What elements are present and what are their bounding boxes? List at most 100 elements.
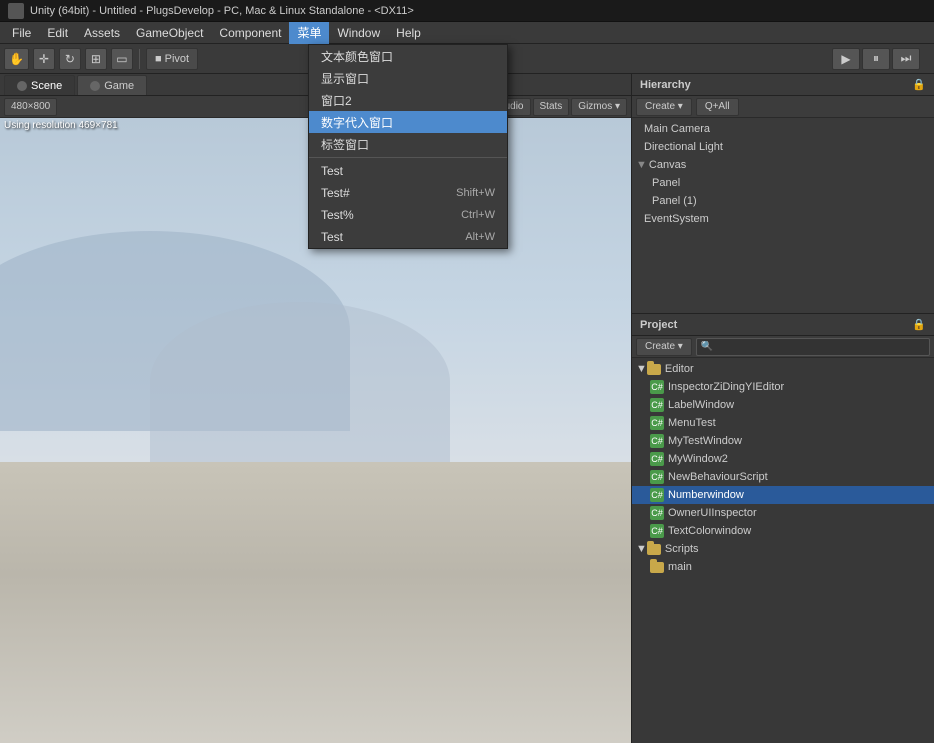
editor-folder-icon: [647, 364, 661, 375]
dropdown-show-window[interactable]: 显示窗口: [309, 67, 507, 89]
project-owneruiinspector-script[interactable]: C# OwnerUIInspector: [632, 504, 934, 522]
hierarchy-lock[interactable]: 🔒: [912, 78, 926, 91]
dropdown-text-color-label: 文本颜色窗口: [321, 48, 393, 65]
project-title: Project: [640, 319, 677, 331]
dropdown-test-alt[interactable]: Test Alt+W: [309, 226, 507, 248]
hierarchy-eventsystem[interactable]: EventSystem: [632, 210, 934, 228]
project-create-btn[interactable]: Create ▾: [636, 338, 692, 356]
project-content: ▼ Editor C# InspectorZiDingYIEditor C# L…: [632, 358, 934, 743]
stats-btn[interactable]: Stats: [533, 98, 570, 116]
project-inspector-label: InspectorZiDingYIEditor: [668, 381, 784, 393]
script-icon-5: C#: [650, 452, 664, 466]
dropdown-window2[interactable]: 窗口2: [309, 89, 507, 111]
project-textcolorwindow-script[interactable]: C# TextColorwindow: [632, 522, 934, 540]
hierarchy-panel-1[interactable]: Panel (1): [632, 192, 934, 210]
dropdown-label-window[interactable]: 标签窗口: [309, 133, 507, 155]
tool-move[interactable]: ✛: [33, 48, 55, 70]
landscape-hill-2: [150, 302, 450, 462]
resolution-btn[interactable]: 480×800: [4, 98, 57, 116]
game-tab-icon: [90, 81, 100, 91]
hierarchy-main-camera-label: Main Camera: [644, 123, 710, 135]
script-icon-6: C#: [650, 470, 664, 484]
project-newbehaviour-script[interactable]: C# NewBehaviourScript: [632, 468, 934, 486]
resolution-text: Using resolution 469×781: [4, 120, 118, 131]
project-mywindow2-script[interactable]: C# MyWindow2: [632, 450, 934, 468]
scene-options: Studio Stats Gizmos ▾: [488, 98, 627, 116]
tab-game[interactable]: Game: [77, 75, 147, 95]
title-bar: Unity (64bit) - Untitled - PlugsDevelop …: [0, 0, 934, 22]
project-mytestwindow-script[interactable]: C# MyTestWindow: [632, 432, 934, 450]
title-text: Unity (64bit) - Untitled - PlugsDevelop …: [30, 5, 414, 17]
hierarchy-canvas[interactable]: ▼ Canvas: [632, 156, 934, 174]
dropdown-label-window-label: 标签窗口: [321, 136, 369, 153]
script-icon-7: C#: [650, 488, 664, 502]
hierarchy-directional-light[interactable]: Directional Light: [632, 138, 934, 156]
tab-scene-label: Scene: [31, 80, 62, 92]
hierarchy-all-btn[interactable]: Q+All: [696, 98, 739, 116]
dropdown-test-alt-label: Test: [321, 230, 343, 244]
project-lock[interactable]: 🔒: [912, 318, 926, 331]
project-main-folder[interactable]: main: [632, 558, 934, 576]
script-icon-9: C#: [650, 524, 664, 538]
project-toolbar: Create ▾: [632, 336, 934, 358]
hierarchy-panel[interactable]: Panel: [632, 174, 934, 192]
project-panel: Project 🔒 Create ▾ ▼ Editor C# Inspector…: [632, 314, 934, 743]
hierarchy-panel: Hierarchy 🔒 Create ▾ Q+All Main Camera D…: [632, 74, 934, 314]
canvas-arrow: ▼: [636, 159, 647, 171]
menu-file[interactable]: File: [4, 22, 39, 44]
project-scripts-label: Scripts: [665, 543, 699, 555]
project-menutest-script[interactable]: C# MenuTest: [632, 414, 934, 432]
tool-hand[interactable]: ✋: [4, 48, 29, 70]
menu-edit[interactable]: Edit: [39, 22, 76, 44]
tab-game-label: Game: [104, 80, 134, 92]
pause-button[interactable]: ⏸: [862, 48, 890, 70]
tool-rotate[interactable]: ↻: [59, 48, 81, 70]
project-menutest-label: MenuTest: [668, 417, 716, 429]
play-controls: ▶ ⏸ ⏭: [832, 48, 920, 70]
project-numberwindow-script[interactable]: C# Numberwindow: [632, 486, 934, 504]
script-icon-4: C#: [650, 434, 664, 448]
menu-window[interactable]: Window: [329, 22, 388, 44]
project-editor-folder[interactable]: ▼ Editor: [632, 360, 934, 378]
hierarchy-content: Main Camera Directional Light ▼ Canvas P…: [632, 118, 934, 313]
gizmos-btn[interactable]: Gizmos ▾: [571, 98, 627, 116]
step-button[interactable]: ⏭: [892, 48, 920, 70]
menu-gameobject[interactable]: GameObject: [128, 22, 211, 44]
scripts-arrow: ▼: [636, 543, 647, 555]
hierarchy-canvas-label: Canvas: [649, 159, 686, 171]
dropdown-number-input[interactable]: 数字代入窗口: [309, 111, 507, 133]
dropdown-test[interactable]: Test: [309, 160, 507, 182]
dropdown-test-hash-shortcut: Shift+W: [456, 187, 495, 199]
tool-scale[interactable]: ⊞: [85, 48, 107, 70]
dropdown-show-window-label: 显示窗口: [321, 70, 369, 87]
landscape-ground: [0, 462, 631, 743]
dropdown-test-hash[interactable]: Test# Shift+W: [309, 182, 507, 204]
hierarchy-panel-1-label: Panel (1): [652, 195, 697, 207]
menu-component[interactable]: Component: [211, 22, 289, 44]
project-owneruiinspector-label: OwnerUIInspector: [668, 507, 757, 519]
menu-custom[interactable]: 菜单: [289, 22, 329, 44]
hierarchy-toolbar: Create ▾ Q+All: [632, 96, 934, 118]
dropdown-text-color[interactable]: 文本颜色窗口: [309, 45, 507, 67]
script-icon-3: C#: [650, 416, 664, 430]
menu-assets[interactable]: Assets: [76, 22, 128, 44]
main-folder-icon: [650, 562, 664, 573]
hierarchy-create-btn[interactable]: Create ▾: [636, 98, 692, 116]
dropdown-test-alt-shortcut: Alt+W: [465, 231, 495, 243]
hierarchy-main-camera[interactable]: Main Camera: [632, 120, 934, 138]
project-inspector-script[interactable]: C# InspectorZiDingYIEditor: [632, 378, 934, 396]
project-textcolorwindow-label: TextColorwindow: [668, 525, 751, 537]
pivot-button[interactable]: ■ Pivot: [146, 48, 198, 70]
menu-bar: File Edit Assets GameObject Component 菜单…: [0, 22, 934, 44]
project-labelwindow-script[interactable]: C# LabelWindow: [632, 396, 934, 414]
tool-rect[interactable]: ▭: [111, 48, 133, 70]
tab-scene[interactable]: Scene: [4, 75, 75, 95]
project-search[interactable]: [696, 338, 930, 356]
play-button[interactable]: ▶: [832, 48, 860, 70]
editor-arrow: ▼: [636, 363, 647, 375]
project-scripts-folder[interactable]: ▼ Scripts: [632, 540, 934, 558]
dropdown-test-percent[interactable]: Test% Ctrl+W: [309, 204, 507, 226]
dropdown-test-label: Test: [321, 164, 343, 178]
unity-icon: [8, 3, 24, 19]
menu-help[interactable]: Help: [388, 22, 429, 44]
